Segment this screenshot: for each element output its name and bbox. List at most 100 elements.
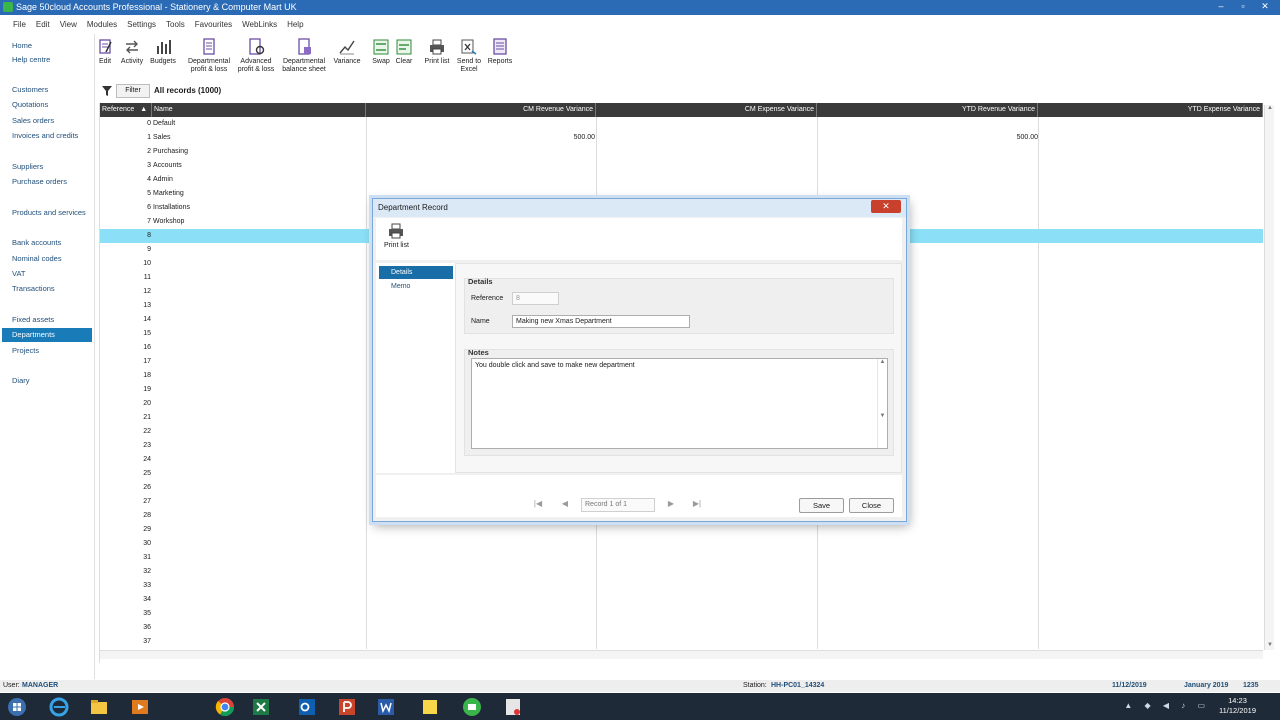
media-player-icon[interactable] [129, 696, 151, 718]
table-row[interactable]: 34 [100, 593, 1263, 607]
sticky-notes-icon[interactable] [419, 696, 441, 718]
table-row[interactable]: 33 [100, 579, 1263, 593]
tab-memo[interactable]: Memo [379, 280, 453, 293]
dialog-close-icon[interactable]: ✕ [871, 200, 901, 213]
nav-bank-accounts[interactable]: Bank accounts [2, 236, 92, 250]
maximize-icon[interactable]: ▫ [1232, 0, 1254, 14]
table-row[interactable]: 4 Admin [100, 173, 1263, 187]
close-button[interactable]: Close [849, 498, 894, 513]
menu-tools[interactable]: Tools [161, 20, 190, 29]
menu-edit[interactable]: Edit [31, 20, 55, 29]
table-row[interactable]: 1 Sales 500.00 500.00 [100, 131, 1263, 145]
grid-horizontal-scrollbar[interactable] [100, 650, 1263, 659]
chrome-icon[interactable] [214, 696, 236, 718]
windows-start-icon[interactable] [6, 696, 28, 718]
column-reference-label: Reference [102, 106, 135, 113]
notes-scrollbar[interactable]: ▲ ▼ [877, 359, 887, 448]
menu-weblinks[interactable]: WebLinks [237, 20, 282, 29]
nav-suppliers[interactable]: Suppliers [2, 160, 92, 174]
taskbar-clock[interactable]: 14:23 11/12/2019 [1219, 696, 1256, 716]
column-reference[interactable]: Reference ▲ [100, 103, 152, 117]
grid-vertical-scrollbar[interactable]: ▲ ▼ [1264, 105, 1274, 650]
column-name[interactable]: Name [152, 103, 366, 117]
save-button[interactable]: Save [799, 498, 844, 513]
menu-view[interactable]: View [55, 20, 82, 29]
powerpoint-icon[interactable] [336, 696, 358, 718]
variance-button[interactable]: Variance [333, 38, 361, 66]
nav-diary[interactable]: Diary [2, 374, 92, 388]
tab-details[interactable]: Details [379, 266, 453, 279]
last-record-icon[interactable]: ▶| [690, 498, 704, 510]
previous-record-icon[interactable]: ◀ [558, 498, 572, 510]
menu-favourites[interactable]: Favourites [190, 20, 237, 29]
scroll-up-icon[interactable]: ▲ [1266, 105, 1274, 113]
print-list-button[interactable]: Print list [422, 38, 452, 66]
nav-transactions[interactable]: Transactions [2, 282, 92, 296]
nav-products-services[interactable]: Products and services [2, 206, 92, 220]
menu-file[interactable]: File [8, 20, 31, 29]
menu-settings[interactable]: Settings [122, 20, 161, 29]
word-icon[interactable] [375, 696, 397, 718]
cell-reference: 14 [143, 316, 151, 323]
nav-quotations[interactable]: Quotations [2, 98, 92, 112]
edit-button[interactable]: Edit [97, 38, 113, 66]
table-row[interactable]: 35 [100, 607, 1263, 621]
dept-bs-line1: Departmental [282, 58, 326, 65]
departmental-balance-sheet-button[interactable]: Departmental balance sheet [280, 38, 328, 74]
dialog-print-list-button[interactable]: Print list [384, 222, 409, 249]
filter-funnel-icon[interactable] [101, 85, 113, 97]
details-heading: Details [468, 277, 493, 286]
column-ytd-expense[interactable]: YTD Expense Variance [1038, 103, 1263, 117]
nav-fixed-assets[interactable]: Fixed assets [2, 313, 92, 327]
column-cm-expense[interactable]: CM Expense Variance [596, 103, 817, 117]
budgets-button[interactable]: Budgets [149, 38, 177, 66]
file-explorer-icon[interactable] [88, 696, 110, 718]
activity-button[interactable]: Activity [118, 38, 146, 66]
table-row[interactable]: 31 [100, 551, 1263, 565]
clear-button[interactable]: Clear [394, 38, 414, 66]
table-row[interactable]: 29 [100, 523, 1263, 537]
table-row[interactable]: 30 [100, 537, 1263, 551]
table-row[interactable]: 37 [100, 635, 1263, 649]
table-row[interactable]: 36 [100, 621, 1263, 635]
budgets-label: Budgets [150, 58, 176, 65]
menu-bar: File Edit View Modules Settings Tools Fa… [0, 15, 1280, 34]
outlook-icon[interactable] [296, 696, 318, 718]
send-to-excel-button[interactable]: Send to Excel [454, 38, 484, 74]
sage-taskbar-icon[interactable] [461, 696, 483, 718]
table-row[interactable]: 3 Accounts [100, 159, 1263, 173]
next-record-icon[interactable]: ▶ [664, 498, 678, 510]
system-tray-icons[interactable]: ▲ ◆ ◀ ♪ ▭ [1124, 701, 1210, 710]
nav-invoices-credits[interactable]: Invoices and credits [2, 129, 92, 143]
nav-nominal-codes[interactable]: Nominal codes [2, 252, 92, 266]
advanced-pl-button[interactable]: Advanced profit & loss [235, 38, 277, 74]
table-row[interactable]: 2 Purchasing [100, 145, 1263, 159]
name-field[interactable]: Making new Xmas Department [512, 315, 690, 328]
minimize-icon[interactable]: – [1210, 0, 1232, 14]
nav-departments[interactable]: Departments [2, 328, 92, 342]
first-record-icon[interactable]: |◀ [531, 498, 545, 510]
column-cm-revenue[interactable]: CM Revenue Variance [366, 103, 596, 117]
nav-projects[interactable]: Projects [2, 344, 92, 358]
reports-button[interactable]: Reports [486, 38, 514, 66]
nav-customers[interactable]: Customers [2, 83, 92, 97]
nav-home[interactable]: Home [2, 39, 92, 53]
table-row[interactable]: 0 Default [100, 117, 1263, 131]
menu-modules[interactable]: Modules [82, 20, 122, 29]
nav-purchase-orders[interactable]: Purchase orders [2, 175, 92, 189]
close-window-icon[interactable]: ✕ [1254, 0, 1276, 14]
notes-textarea[interactable]: You double click and save to make new de… [471, 358, 888, 449]
swap-button[interactable]: Swap [371, 38, 391, 66]
nav-vat[interactable]: VAT [2, 267, 92, 281]
internet-explorer-icon[interactable] [48, 696, 70, 718]
column-ytd-revenue[interactable]: YTD Revenue Variance [817, 103, 1038, 117]
departmental-pl-button[interactable]: Departmental profit & loss [185, 38, 233, 74]
table-row[interactable]: 32 [100, 565, 1263, 579]
scroll-down-icon[interactable]: ▼ [1266, 642, 1274, 650]
nav-help-centre[interactable]: Help centre [2, 53, 92, 67]
filter-button[interactable]: Filter [116, 84, 150, 98]
excel-icon[interactable] [250, 696, 272, 718]
app-taskbar-icon[interactable] [502, 696, 524, 718]
menu-help[interactable]: Help [282, 20, 308, 29]
nav-sales-orders[interactable]: Sales orders [2, 114, 92, 128]
